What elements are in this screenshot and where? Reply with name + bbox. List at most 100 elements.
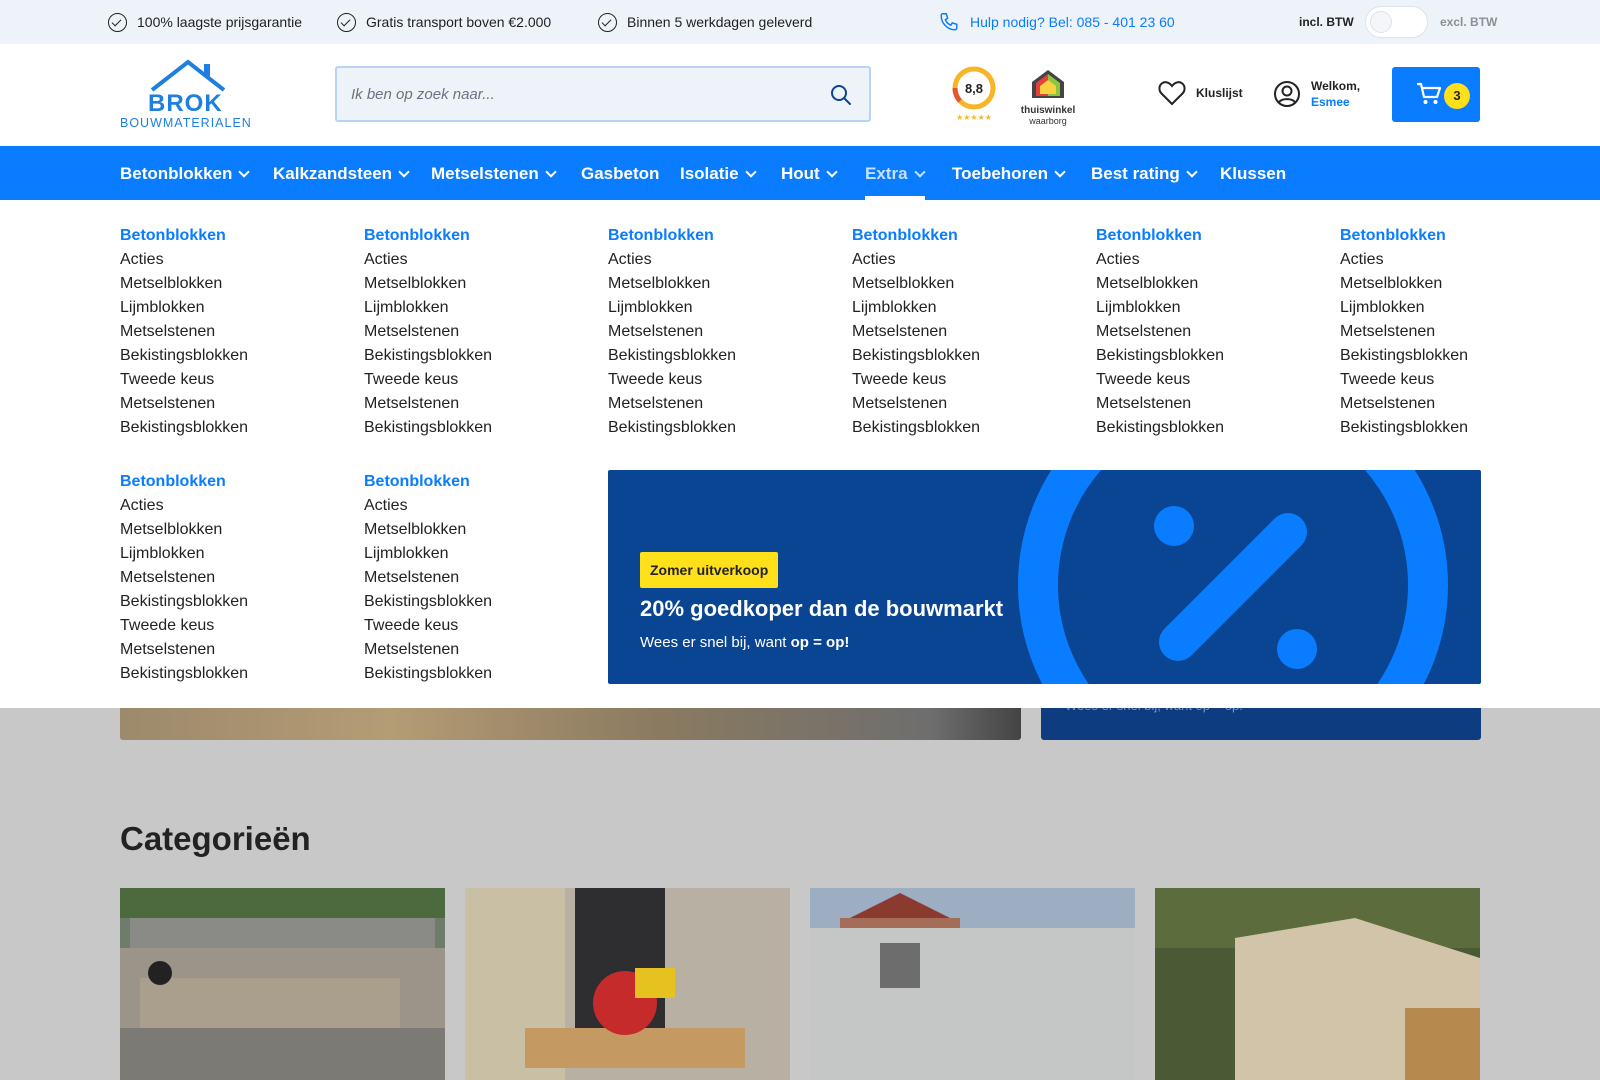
mega-link[interactable]: Acties xyxy=(120,494,350,518)
mega-column: Betonblokken Acties Metselblokken Lijmbl… xyxy=(364,470,594,686)
mega-link[interactable]: Bekistingsblokken xyxy=(608,416,838,440)
mega-link[interactable]: Metselblokken xyxy=(120,518,350,542)
mega-link[interactable]: Bekistingsblokken xyxy=(120,662,350,686)
mega-column-heading[interactable]: Betonblokken xyxy=(1340,224,1570,248)
nav-item-betonblokken[interactable]: Betonblokken xyxy=(120,164,251,184)
mega-link[interactable]: Metselstenen xyxy=(608,392,838,416)
nav-item-isolatie[interactable]: Isolatie xyxy=(680,164,757,184)
mega-link[interactable]: Lijmblokken xyxy=(1096,296,1326,320)
mega-link[interactable]: Bekistingsblokken xyxy=(120,590,350,614)
promo-banner[interactable]: Zomer uitverkoop 20% goedkoper dan de bo… xyxy=(608,470,1481,684)
btw-toggle[interactable] xyxy=(1365,6,1428,38)
mega-link[interactable]: Bekistingsblokken xyxy=(364,416,594,440)
mega-link[interactable]: Bekistingsblokken xyxy=(1340,416,1570,440)
mega-link[interactable]: Metselstenen xyxy=(364,638,594,662)
mega-link[interactable]: Metselblokken xyxy=(120,272,350,296)
mega-link[interactable]: Metselstenen xyxy=(364,566,594,590)
mega-link[interactable]: Bekistingsblokken xyxy=(1340,344,1570,368)
mega-column-heading[interactable]: Betonblokken xyxy=(364,470,594,494)
mega-link[interactable]: Bekistingsblokken xyxy=(608,344,838,368)
mega-link[interactable]: Metselstenen xyxy=(120,638,350,662)
stars-icon: ★★★★★ xyxy=(956,113,992,122)
mega-link[interactable]: Acties xyxy=(1340,248,1570,272)
mega-column-heading[interactable]: Betonblokken xyxy=(608,224,838,248)
mega-link[interactable]: Bekistingsblokken xyxy=(852,416,1082,440)
nav-item-metselstenen[interactable]: Metselstenen xyxy=(431,164,557,184)
nav-item-best-rating[interactable]: Best rating xyxy=(1091,164,1198,184)
mega-link[interactable]: Metselstenen xyxy=(120,566,350,590)
nav-item-hout[interactable]: Hout xyxy=(781,164,838,184)
cart-button[interactable]: 3 xyxy=(1392,67,1480,122)
mega-link[interactable]: Lijmblokken xyxy=(608,296,838,320)
search-icon[interactable] xyxy=(829,83,853,107)
mega-link[interactable]: Acties xyxy=(608,248,838,272)
mega-link[interactable]: Metselstenen xyxy=(1340,320,1570,344)
mega-link[interactable]: Tweede keus xyxy=(364,368,594,392)
category-card-gasbeton[interactable] xyxy=(810,888,1135,1080)
category-card-metselstenen[interactable] xyxy=(1155,888,1480,1080)
nav-item-gasbeton[interactable]: Gasbeton xyxy=(581,164,659,184)
nav-item-toebehoren[interactable]: Toebehoren xyxy=(952,164,1066,184)
mega-link[interactable]: Acties xyxy=(120,248,350,272)
mega-link[interactable]: Lijmblokken xyxy=(364,542,594,566)
mega-column-heading[interactable]: Betonblokken xyxy=(120,224,350,248)
nav-item-extra[interactable]: Extra xyxy=(865,164,926,184)
nav-item-kalkzandsteen[interactable]: Kalkzandsteen xyxy=(273,164,410,184)
mega-link[interactable]: Bekistingsblokken xyxy=(364,662,594,686)
mega-link[interactable]: Acties xyxy=(364,494,594,518)
mega-link[interactable]: Metselstenen xyxy=(364,392,594,416)
mega-link[interactable]: Metselblokken xyxy=(852,272,1082,296)
account-button[interactable]: Welkom, Esmee xyxy=(1273,78,1360,110)
mega-link[interactable]: Metselstenen xyxy=(608,320,838,344)
mega-link[interactable]: Metselstenen xyxy=(852,392,1082,416)
mega-link[interactable]: Lijmblokken xyxy=(120,296,350,320)
mega-link[interactable]: Tweede keus xyxy=(1340,368,1570,392)
mega-column-heading[interactable]: Betonblokken xyxy=(120,470,350,494)
thuiswinkel-waarborg-logo[interactable]: thuiswinkel waarborg xyxy=(1018,68,1078,126)
mega-column-heading[interactable]: Betonblokken xyxy=(1096,224,1326,248)
mega-link[interactable]: Tweede keus xyxy=(120,614,350,638)
mega-link[interactable]: Metselblokken xyxy=(364,272,594,296)
mega-link[interactable]: Acties xyxy=(364,248,594,272)
wishlist-button[interactable]: Kluslijst xyxy=(1158,80,1243,106)
mega-link[interactable]: Acties xyxy=(852,248,1082,272)
mega-column-heading[interactable]: Betonblokken xyxy=(364,224,594,248)
rating-badge[interactable]: 8,8 ★★★★★ xyxy=(951,66,997,124)
mega-link[interactable]: Metselstenen xyxy=(1340,392,1570,416)
mega-link[interactable]: Bekistingsblokken xyxy=(1096,416,1326,440)
mega-link[interactable]: Metselblokken xyxy=(1096,272,1326,296)
category-image xyxy=(465,888,790,1080)
help-phone-link[interactable]: Hulp nodig? Bel: 085 - 401 23 60 xyxy=(938,11,1175,33)
mega-link[interactable]: Lijmblokken xyxy=(120,542,350,566)
category-card-betonblokken[interactable] xyxy=(120,888,445,1080)
mega-link[interactable]: Bekistingsblokken xyxy=(852,344,1082,368)
mega-link[interactable]: Metselstenen xyxy=(1096,320,1326,344)
mega-link[interactable]: Metselblokken xyxy=(364,518,594,542)
mega-link[interactable]: Lijmblokken xyxy=(852,296,1082,320)
mega-link[interactable]: Tweede keus xyxy=(120,368,350,392)
mega-link[interactable]: Tweede keus xyxy=(1096,368,1326,392)
mega-link[interactable]: Metselstenen xyxy=(852,320,1082,344)
mega-link[interactable]: Bekistingsblokken xyxy=(1096,344,1326,368)
mega-link[interactable]: Bekistingsblokken xyxy=(120,344,350,368)
mega-link[interactable]: Lijmblokken xyxy=(364,296,594,320)
mega-link[interactable]: Tweede keus xyxy=(608,368,838,392)
mega-link[interactable]: Bekistingsblokken xyxy=(364,344,594,368)
mega-link[interactable]: Metselstenen xyxy=(1096,392,1326,416)
mega-link[interactable]: Metselstenen xyxy=(120,392,350,416)
mega-link[interactable]: Metselstenen xyxy=(364,320,594,344)
category-card-gereedschap[interactable] xyxy=(465,888,790,1080)
search-input[interactable]: Ik ben op zoek naar... xyxy=(335,66,871,122)
mega-link[interactable]: Lijmblokken xyxy=(1340,296,1570,320)
mega-link[interactable]: Tweede keus xyxy=(852,368,1082,392)
mega-link[interactable]: Metselblokken xyxy=(608,272,838,296)
mega-link[interactable]: Metselstenen xyxy=(120,320,350,344)
nav-item-klussen[interactable]: Klussen xyxy=(1220,164,1286,184)
mega-link[interactable]: Bekistingsblokken xyxy=(364,590,594,614)
mega-link[interactable]: Acties xyxy=(1096,248,1326,272)
brok-logo[interactable]: BROK BOUWMATERIALEN xyxy=(120,58,254,132)
mega-link[interactable]: Tweede keus xyxy=(364,614,594,638)
mega-link[interactable]: Metselblokken xyxy=(1340,272,1570,296)
mega-link[interactable]: Bekistingsblokken xyxy=(120,416,350,440)
mega-column-heading[interactable]: Betonblokken xyxy=(852,224,1082,248)
